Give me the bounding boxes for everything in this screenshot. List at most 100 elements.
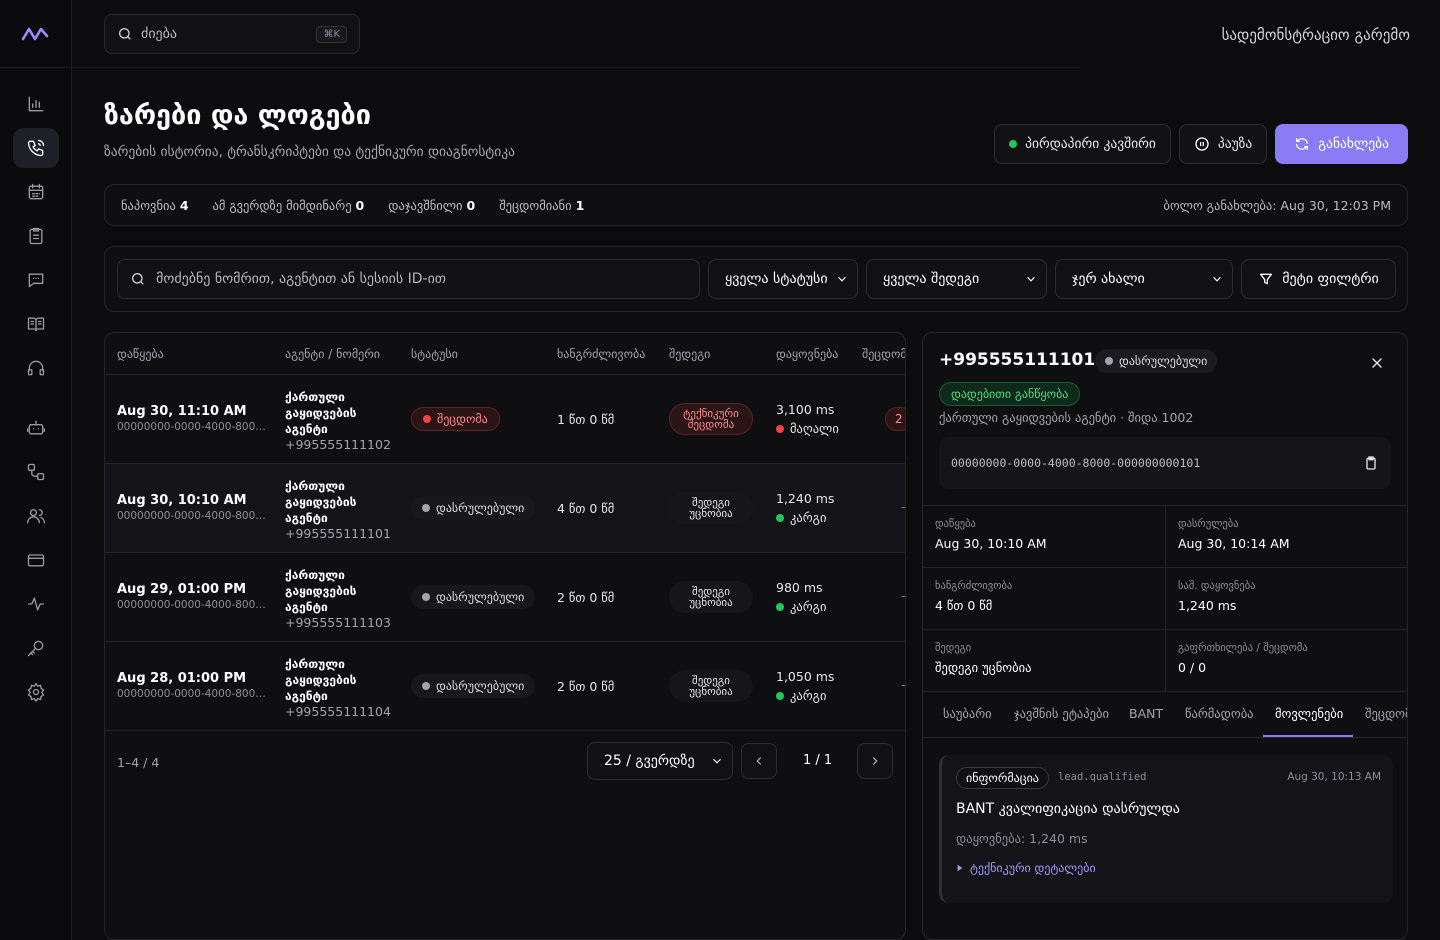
row-latency: 1,050 ms კარგი [776,667,834,705]
row-agent: ქართული გაყიდვების აგენტი +995555111101 [285,478,395,542]
tab-conversation[interactable]: საუბარი [943,706,992,721]
column-errors[interactable]: შეცდომა [862,347,905,361]
chevron-right-icon [872,757,878,765]
status-dot-icon [1105,357,1113,365]
row-duration: 2 წთ 0 წმ [557,679,615,694]
chevron-down-icon [1027,276,1035,282]
event-time: Aug 30, 10:13 AM [1287,771,1381,783]
row-latency: 3,100 ms მაღალი [776,400,839,438]
latency-value: 980 ms [776,580,823,595]
global-search[interactable]: ⌘K [104,14,360,54]
live-connection-label: პირდაპირი კავშირი [1025,136,1156,152]
close-detail-button[interactable] [1369,355,1385,374]
status-dot-icon [422,593,430,601]
column-agent[interactable]: აგენტი / ნომერი [285,347,380,361]
tab-booking-steps[interactable]: ჯავშნის ეტაპები [1014,706,1109,721]
event-card: ინფორმაცია lead.qualified Aug 30, 10:13 … [939,755,1393,903]
row-phone: +995555111103 [285,615,391,630]
nav-knowledge[interactable] [13,304,59,344]
column-latency[interactable]: დაყოვნება [776,347,838,361]
more-filters-button[interactable]: მეტი ფილტრი [1241,259,1396,299]
column-duration[interactable]: ხანგრძლივობა [557,347,645,361]
nav-analytics[interactable] [13,84,59,124]
table-row[interactable]: Aug 28, 01:00 PM 00000000-0000-4000-8000… [105,642,905,731]
row-agent-name: ქართული გაყიდვების აგენტი [285,657,357,703]
table-row[interactable]: Aug 30, 11:10 AM 00000000-0000-4000-8000… [105,375,905,464]
nav-settings[interactable] [13,672,59,712]
pause-button[interactable]: პაუზა [1178,124,1268,164]
table-row[interactable]: Aug 30, 10:10 AM 00000000-0000-4000-8000… [105,464,905,553]
latency-value: 1,050 ms [776,669,835,684]
refresh-button[interactable]: განახლება [1275,124,1408,164]
copy-session-button[interactable] [1363,455,1379,471]
nav-support[interactable] [13,348,59,388]
nav-workflows[interactable] [13,452,59,492]
column-start[interactable]: დაწყება [117,347,164,361]
workflow-icon [27,463,44,481]
stat-found: ნაპოვნია 4 [121,197,189,213]
next-page-button[interactable] [857,743,893,779]
sort-value: ჯერ ახალი [1072,271,1145,287]
detail-status-badge: დასრულებული [1095,349,1218,373]
calls-search[interactable] [117,259,700,299]
page-title: ზარები და ლოგები [104,100,371,131]
status-dot-icon [422,504,430,512]
error-count: — [901,500,905,514]
prev-page-button[interactable] [741,743,777,779]
result-badge: ტექნიკური შეცდომა [669,403,753,435]
chevron-down-icon [1213,276,1221,282]
technical-details-toggle[interactable]: ტექნიკური დეტალები [956,861,1096,875]
column-result[interactable]: შედეგი [669,347,710,361]
nav-users[interactable] [13,496,59,536]
tab-events[interactable]: მოვლენები [1275,706,1343,721]
row-latency: 1,240 ms კარგი [776,489,834,527]
tab-bant[interactable]: BANT [1129,706,1163,721]
row-date: Aug 30, 11:10 AM [117,404,247,419]
row-start: Aug 29, 01:00 PM 00000000-0000-4000-8000… [117,582,267,611]
column-status[interactable]: სტატუსი [411,347,458,361]
live-connection-button[interactable]: პირდაპირი კავშირი [994,124,1171,164]
result-badge: შედეგი უცნობია [669,670,753,702]
result-filter-select[interactable]: ყველა შედეგი [866,259,1047,299]
detail-tabs: საუბარი ჯავშნის ეტაპები BANT წარმადობა მ… [923,692,1407,738]
row-session-id: 00000000-0000-4000-8000-000000000101 [117,510,267,522]
error-dot-icon [423,415,431,423]
session-id-box: 00000000-0000-4000-8000-000000000101 [939,437,1391,489]
stat-active: ამ გვერდზე მიმდინარე 0 [212,197,365,213]
nav-billing[interactable] [13,540,59,580]
row-date: Aug 28, 01:00 PM [117,671,247,686]
stat-booked: დაჯავშნილი 0 [388,197,476,213]
latency-quality: კარგი [776,686,834,705]
bot-icon [26,420,45,435]
nav-calendar[interactable] [13,172,59,212]
clipboard-list-icon [29,227,42,245]
tab-errors[interactable]: შეცდომები [1365,706,1407,721]
session-id-value: 00000000-0000-4000-8000-000000000101 [951,456,1201,470]
nav-calls[interactable] [12,128,59,168]
app-logo[interactable] [0,0,71,68]
row-start: Aug 30, 10:10 AM 00000000-0000-4000-8000… [117,493,267,522]
more-filters-label: მეტი ფილტრი [1282,271,1379,287]
table-row[interactable]: Aug 29, 01:00 PM 00000000-0000-4000-8000… [105,553,905,642]
latency-value: 3,100 ms [776,402,835,417]
chevron-down-icon [838,276,846,282]
refresh-label: განახლება [1318,136,1389,152]
nav-messages[interactable] [13,260,59,300]
tab-performance[interactable]: წარმადობა [1185,706,1254,721]
search-icon [132,273,144,285]
nav-monitoring[interactable] [13,584,59,624]
nav-agents[interactable] [13,408,59,448]
nav-keys[interactable] [13,628,59,668]
waveform-logo-icon [21,27,48,40]
status-filter-select[interactable]: ყველა სტატუსი [708,259,858,299]
calls-table: დაწყება აგენტი / ნომერი სტატუსი ხანგრძლი… [104,332,906,940]
row-phone: +995555111101 [285,526,391,541]
calls-search-input[interactable] [156,271,676,287]
per-page-select[interactable]: 25 / გვერდზე [587,742,733,780]
status-badge: შეცდომა [411,407,500,431]
global-search-input[interactable] [141,26,301,42]
sort-select[interactable]: ჯერ ახალი [1055,259,1233,299]
row-date: Aug 29, 01:00 PM [117,582,247,597]
header-actions: პირდაპირი კავშირი პაუზა განახლება [994,124,1408,164]
nav-tasks[interactable] [13,216,59,256]
